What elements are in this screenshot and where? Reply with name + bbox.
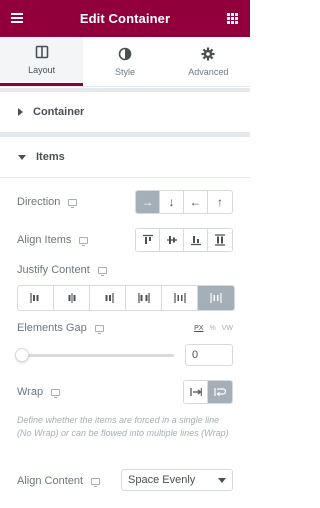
- section-container-label: Container: [33, 106, 85, 118]
- justify-content-header: Justify Content: [17, 262, 233, 278]
- justify-content-label-wrap: Justify Content: [17, 264, 107, 276]
- chevron-down-icon: [218, 477, 226, 483]
- align-items-button-group: [135, 228, 233, 252]
- caret-down-icon: [18, 154, 26, 160]
- caret-right-icon: [18, 108, 23, 116]
- justify-space-between-button[interactable]: [126, 286, 162, 310]
- panel-tabs: Layout Style Advanced: [0, 37, 250, 87]
- section-container[interactable]: Container: [0, 92, 250, 132]
- divider: [0, 177, 250, 178]
- monitor-icon[interactable]: [79, 236, 89, 246]
- wrap-button-group: [183, 380, 233, 404]
- direction-row-reverse-button[interactable]: ←: [184, 191, 208, 213]
- align-center-icon: [166, 236, 177, 244]
- unit-switcher: PX % VW: [194, 325, 233, 332]
- align-items-control: Align Items: [17, 228, 233, 252]
- direction-label: Direction: [17, 196, 61, 208]
- align-stretch-button[interactable]: [208, 229, 232, 251]
- justify-content-button-group: [17, 285, 235, 311]
- section-items[interactable]: Items: [0, 137, 250, 177]
- justify-space-evenly-button[interactable]: [198, 286, 234, 310]
- align-items-label-wrap: Align Items: [17, 234, 89, 246]
- gap-slider-handle[interactable]: [15, 348, 29, 362]
- justify-center-button[interactable]: [54, 286, 90, 310]
- align-center-button[interactable]: [160, 229, 184, 251]
- direction-control: Direction → ↓ ← ↑: [17, 190, 233, 214]
- layout-icon: [35, 45, 48, 59]
- gear-icon: [201, 47, 215, 60]
- wrap-label: Wrap: [17, 386, 44, 398]
- direction-column-button[interactable]: ↓: [160, 191, 184, 213]
- direction-row-button[interactable]: →: [136, 191, 160, 213]
- elements-gap-label-wrap: Elements Gap: [17, 322, 104, 334]
- monitor-icon[interactable]: [94, 324, 104, 334]
- align-content-label: Align Content: [17, 475, 84, 487]
- justify-start-button[interactable]: [18, 286, 54, 310]
- align-items-label: Align Items: [17, 234, 72, 246]
- justify-space-around-button[interactable]: [162, 286, 198, 310]
- grid-icon[interactable]: [227, 13, 238, 24]
- monitor-icon[interactable]: [97, 266, 107, 276]
- align-content-value: Space Evenly: [128, 474, 196, 486]
- tab-style[interactable]: Style: [83, 37, 166, 86]
- monitor-icon[interactable]: [91, 477, 101, 487]
- tab-style-label: Style: [114, 66, 135, 77]
- wrap-control: Wrap: [17, 380, 233, 404]
- direction-column-reverse-button[interactable]: ↑: [208, 191, 232, 213]
- justify-space-around-icon: [173, 293, 186, 303]
- align-stretch-icon: [215, 234, 225, 246]
- justify-space-evenly-icon: [210, 293, 222, 303]
- monitor-icon[interactable]: [68, 198, 78, 208]
- unit-px[interactable]: PX: [194, 325, 203, 332]
- nowrap-icon: [189, 388, 202, 396]
- align-end-icon: [190, 236, 201, 246]
- justify-center-icon: [68, 293, 75, 303]
- contrast-icon: [118, 47, 132, 60]
- nowrap-button[interactable]: [184, 381, 208, 403]
- wrap-description: Define whether the items are forced in a…: [17, 415, 229, 438]
- wrap-button[interactable]: [208, 381, 232, 403]
- align-content-label-wrap: Align Content: [17, 475, 101, 487]
- justify-end-icon: [105, 293, 114, 303]
- unit-percent[interactable]: %: [209, 325, 215, 332]
- direction-button-group: → ↓ ← ↑: [135, 190, 233, 214]
- tab-advanced-label: Advanced: [188, 66, 229, 77]
- justify-end-button[interactable]: [90, 286, 126, 310]
- panel-title: Edit Container: [79, 11, 171, 26]
- section-items-label: Items: [36, 151, 65, 163]
- elements-gap-label: Elements Gap: [17, 322, 87, 334]
- gap-value-input[interactable]: 0: [185, 344, 233, 366]
- direction-label-wrap: Direction: [17, 196, 78, 208]
- align-end-button[interactable]: [184, 229, 208, 251]
- justify-start-icon: [29, 293, 38, 303]
- align-content-select[interactable]: Space Evenly: [121, 469, 233, 491]
- wrap-label-wrap: Wrap: [17, 386, 61, 398]
- wrap-icon: [214, 388, 226, 397]
- monitor-icon[interactable]: [51, 388, 61, 398]
- gap-slider-track[interactable]: [19, 354, 174, 357]
- justify-space-between-icon: [137, 293, 150, 303]
- unit-vw[interactable]: VW: [222, 325, 233, 332]
- tab-layout-label: Layout: [28, 65, 56, 75]
- hamburger-icon[interactable]: [11, 13, 23, 23]
- align-start-icon: [142, 234, 153, 244]
- align-start-button[interactable]: [136, 229, 160, 251]
- editor-header: Edit Container: [0, 0, 250, 37]
- tab-advanced[interactable]: Advanced: [167, 37, 250, 86]
- tab-layout[interactable]: Layout: [0, 37, 84, 86]
- justify-content-label: Justify Content: [17, 264, 90, 276]
